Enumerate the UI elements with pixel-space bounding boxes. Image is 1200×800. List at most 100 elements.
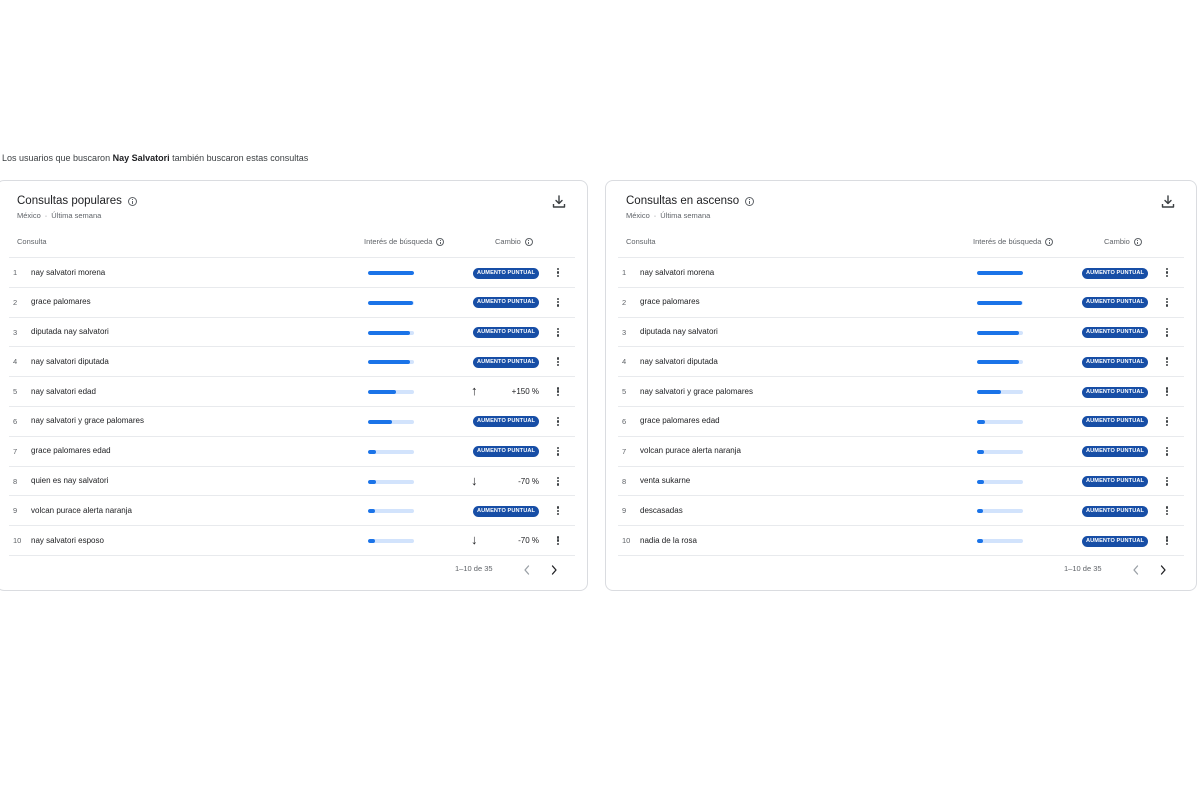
query-text[interactable]: nay salvatori morena xyxy=(640,268,714,277)
query-row[interactable]: 9 volcan purace alerta naranja AUMENTO PUN… xyxy=(9,496,575,527)
more-vert-icon[interactable] xyxy=(556,445,560,458)
info-icon[interactable] xyxy=(745,196,755,206)
chevron-right-icon[interactable] xyxy=(1158,564,1168,576)
card-title-text: Consultas en ascenso xyxy=(626,195,740,207)
query-row[interactable]: 9 descasadas AUMENTO PUNTUAL xyxy=(618,496,1184,527)
more-vert-icon[interactable] xyxy=(1165,326,1169,339)
more-vert-icon[interactable] xyxy=(1165,415,1169,428)
query-text[interactable]: descasadas xyxy=(640,506,683,515)
interest-bar xyxy=(977,479,1023,484)
more-vert-icon[interactable] xyxy=(556,504,560,517)
more-vert-icon[interactable] xyxy=(1165,296,1169,309)
info-icon[interactable] xyxy=(1133,237,1142,246)
row-index: 5 xyxy=(622,387,627,397)
query-text[interactable]: nay salvatori edad xyxy=(31,387,96,396)
more-vert-icon[interactable] xyxy=(1165,445,1169,458)
query-row[interactable]: 4 nay salvatori diputada AUMENTO PUNTUAL xyxy=(618,347,1184,378)
query-text[interactable]: nay salvatori y grace palomares xyxy=(640,387,753,396)
more-vert-icon[interactable] xyxy=(556,475,560,488)
download-icon[interactable] xyxy=(551,195,567,209)
more-vert-icon[interactable] xyxy=(1165,385,1169,398)
more-vert-icon[interactable] xyxy=(556,266,560,279)
query-text[interactable]: grace palomares edad xyxy=(640,416,720,425)
change-badge: AUMENTO PUNTUAL xyxy=(1082,267,1148,279)
more-vert-icon[interactable] xyxy=(1165,475,1169,488)
popular-queries-card: Consultas populares México · Última semana… xyxy=(0,180,588,591)
more-vert-icon[interactable] xyxy=(1165,266,1169,279)
query-row[interactable]: 4 nay salvatori diputada AUMENTO PUNTUAL xyxy=(9,347,575,378)
row-index: 4 xyxy=(13,357,18,367)
query-text[interactable]: nay salvatori diputada xyxy=(31,357,109,366)
more-vert-icon[interactable] xyxy=(556,534,560,547)
intro-text-after: también buscaron estas consultas xyxy=(172,153,309,163)
interest-bar xyxy=(977,330,1023,335)
change-badge: AUMENTO PUNTUAL xyxy=(1082,297,1148,309)
period-label: Última semana xyxy=(660,211,711,220)
arrow-down-icon: ↓ xyxy=(471,532,478,548)
query-row[interactable]: 3 diputada nay salvatori AUMENTO PUNTUAL xyxy=(9,318,575,348)
interest-bar xyxy=(368,330,414,335)
query-row[interactable]: 5 nay salvatori edad ↑ +150 % xyxy=(9,377,575,407)
row-index: 9 xyxy=(13,506,18,516)
query-text[interactable]: nay salvatori y grace palomares xyxy=(31,416,144,425)
chevron-left-icon[interactable] xyxy=(522,564,532,576)
query-row[interactable]: 5 nay salvatori y grace palomares AUMENTO … xyxy=(618,377,1184,407)
query-row[interactable]: 1 nay salvatori morena AUMENTO PUNTUAL xyxy=(618,258,1184,288)
query-text[interactable]: nay salvatori diputada xyxy=(640,357,718,366)
change-badge: AUMENTO PUNTUAL xyxy=(473,505,539,517)
row-index: 8 xyxy=(622,476,627,486)
chevron-left-icon[interactable] xyxy=(1131,564,1141,576)
more-vert-icon[interactable] xyxy=(556,355,560,368)
info-icon[interactable] xyxy=(524,237,533,246)
interest-bar xyxy=(977,539,1023,544)
chevron-right-icon[interactable] xyxy=(549,564,559,576)
more-vert-icon[interactable] xyxy=(1165,355,1169,368)
info-icon[interactable] xyxy=(436,237,445,246)
query-text[interactable]: diputada nay salvatori xyxy=(31,327,109,336)
more-vert-icon[interactable] xyxy=(556,415,560,428)
change-badge: AUMENTO PUNTUAL xyxy=(473,416,539,428)
query-row[interactable]: 6 grace palomares edad AUMENTO PUNTUAL xyxy=(618,407,1184,437)
column-header-interest-label: Interés de búsqueda xyxy=(364,237,433,246)
interest-bar-fill xyxy=(977,539,984,544)
row-index: 10 xyxy=(13,536,22,546)
interest-bar-fill xyxy=(977,300,1023,305)
query-text[interactable]: grace palomares edad xyxy=(31,446,111,455)
query-text[interactable]: diputada nay salvatori xyxy=(640,327,718,336)
query-text[interactable]: nadia de la rosa xyxy=(640,536,697,545)
query-row[interactable]: 2 grace palomares AUMENTO PUNTUAL xyxy=(9,288,575,318)
query-text[interactable]: nay salvatori morena xyxy=(31,268,105,277)
arrow-down-icon: ↓ xyxy=(471,472,478,488)
more-vert-icon[interactable] xyxy=(1165,534,1169,547)
query-text[interactable]: nay salvatori esposo xyxy=(31,536,104,545)
query-row[interactable]: 7 grace palomares edad AUMENTO PUNTUAL xyxy=(9,437,575,467)
more-vert-icon[interactable] xyxy=(556,385,560,398)
query-text[interactable]: volcan purace alerta naranja xyxy=(31,506,132,515)
download-icon[interactable] xyxy=(1160,195,1176,209)
query-row[interactable]: 8 quien es nay salvatori ↓ -70 % xyxy=(9,467,575,497)
query-row[interactable]: 3 diputada nay salvatori AUMENTO PUNTUAL xyxy=(618,318,1184,348)
query-row[interactable]: 8 venta sukarne AUMENTO PUNTUAL xyxy=(618,467,1184,497)
query-text[interactable]: volcan purace alerta naranja xyxy=(640,446,741,455)
change-percent: +150 % xyxy=(511,387,539,397)
query-text[interactable]: quien es nay salvatori xyxy=(31,476,108,485)
more-vert-icon[interactable] xyxy=(556,296,560,309)
query-row[interactable]: 6 nay salvatori y grace palomares AUMENTO … xyxy=(9,407,575,437)
query-row[interactable]: 2 grace palomares AUMENTO PUNTUAL xyxy=(618,288,1184,318)
query-row[interactable]: 1 nay salvatori morena AUMENTO PUNTUAL xyxy=(9,258,575,288)
query-text[interactable]: grace palomares xyxy=(31,297,91,306)
info-icon[interactable] xyxy=(127,196,137,206)
change-badge: AUMENTO PUNTUAL xyxy=(1082,386,1148,398)
query-row[interactable]: 10 nay salvatori esposo ↓ -70 % xyxy=(9,526,575,556)
more-vert-icon[interactable] xyxy=(556,326,560,339)
change-badge: AUMENTO PUNTUAL xyxy=(473,297,539,309)
info-icon[interactable] xyxy=(1045,237,1054,246)
query-row[interactable]: 10 nadia de la rosa AUMENTO PUNTUAL xyxy=(618,526,1184,556)
card-subtitle: México · Última semana xyxy=(17,211,101,220)
interest-bar xyxy=(368,390,414,395)
query-row[interactable]: 7 volcan purace alerta naranja AUMENTO PUN… xyxy=(618,437,1184,467)
query-text[interactable]: grace palomares xyxy=(640,297,700,306)
query-text[interactable]: venta sukarne xyxy=(640,476,690,485)
related-queries-intro: Los usuarios que buscaron Nay Salvatori … xyxy=(2,153,308,163)
more-vert-icon[interactable] xyxy=(1165,504,1169,517)
